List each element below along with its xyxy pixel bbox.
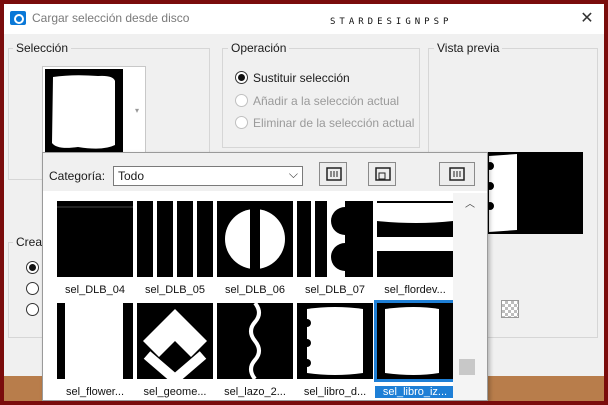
gallery-item-label: sel_libro_iz... [375, 386, 455, 398]
category-dropdown[interactable]: Todo ⌵ [113, 166, 303, 186]
list-view-button[interactable] [319, 162, 347, 186]
vista-previa-label: Vista previa [434, 41, 503, 55]
chevron-down-icon: ⌵ [288, 167, 298, 181]
gallery-scrollbar[interactable]: ︿ [453, 193, 487, 400]
gallery-thumbnail [217, 201, 293, 277]
dialog-window: Cargar selección desde disco STARDESIGNP… [4, 4, 604, 401]
gallery-item-label: sel_DLB_07 [305, 284, 365, 296]
radio-crear-3[interactable] [26, 303, 39, 316]
close-icon: ✕ [580, 10, 594, 27]
transparency-icon[interactable] [501, 300, 519, 318]
gallery-thumbnail [57, 201, 133, 277]
selection-gallery-popup: Categoría: Todo ⌵ sel_DLB_04 sel_DLB_05 … [42, 152, 488, 401]
chevron-down-icon[interactable]: ▾ [135, 106, 139, 115]
scrollbar-thumb[interactable] [459, 359, 475, 375]
radio-eliminar[interactable] [235, 116, 248, 129]
title-bar: Cargar selección desde disco STARDESIGNP… [4, 4, 604, 34]
save-button[interactable] [368, 162, 396, 186]
options-button[interactable] [439, 162, 475, 186]
gallery-item-label: sel_libro_d... [303, 386, 367, 398]
gallery-thumbnail [377, 201, 453, 277]
gallery-item-label: sel_flower... [65, 386, 125, 398]
radio-anadir[interactable] [235, 94, 248, 107]
close-button[interactable]: ✕ [576, 8, 598, 30]
gallery-item-label: sel_DLB_04 [65, 284, 125, 296]
gallery-thumbnail [57, 303, 133, 379]
radio-sustituir[interactable] [235, 71, 248, 84]
gallery-item-label: sel_DLB_05 [145, 284, 205, 296]
radio-sustituir-label: Sustituir selección [253, 71, 350, 85]
category-label: Categoría: [49, 169, 106, 183]
gallery-thumbnail [137, 303, 213, 379]
preview-image [486, 152, 583, 234]
crear-label: Crea [13, 235, 46, 249]
category-value: Todo [118, 169, 145, 183]
grid-icon [449, 167, 465, 181]
gallery-thumbnail [217, 303, 293, 379]
gallery-item-label: sel_geome... [143, 386, 207, 398]
watermark-text: STARDESIGNPSP [330, 17, 453, 27]
seleccion-label: Selección [13, 41, 72, 55]
selection-thumbnail[interactable] [42, 66, 146, 158]
chevron-up-icon[interactable]: ︿ [465, 195, 475, 210]
radio-crear-1[interactable] [26, 261, 39, 274]
gallery-header: Categoría: Todo ⌵ [43, 153, 487, 191]
radio-anadir-label: Añadir a la selección actual [253, 94, 400, 108]
radio-eliminar-label: Eliminar de la selección actual [253, 116, 415, 130]
camera-icon [10, 11, 26, 25]
operacion-label: Operación [228, 41, 290, 55]
gallery-thumbnail [374, 300, 456, 382]
gallery-thumbnail [297, 303, 373, 379]
gallery-thumbnail [297, 201, 373, 277]
disk-icon [375, 167, 391, 181]
radio-crear-2[interactable] [26, 282, 39, 295]
gallery-thumbnail [137, 201, 213, 277]
gallery-item-label: sel_flordev... [384, 284, 446, 296]
window-title: Cargar selección desde disco [32, 11, 190, 25]
selection-preview-image [43, 67, 145, 157]
gallery-item-label: sel_DLB_06 [225, 284, 285, 296]
gallery-item-label: sel_lazo_2... [224, 386, 286, 398]
grid-icon [326, 167, 342, 181]
